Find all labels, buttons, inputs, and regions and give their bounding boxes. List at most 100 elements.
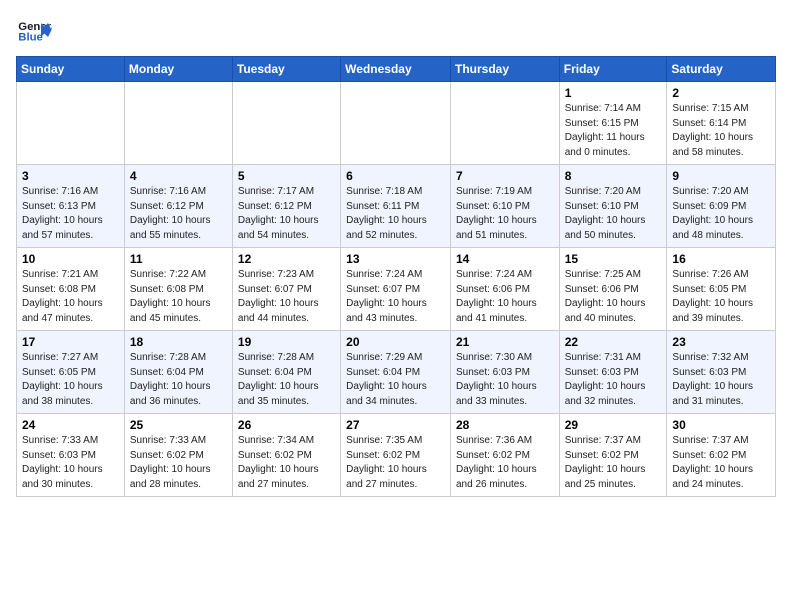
calendar-cell: 24 Sunrise: 7:33 AM Sunset: 6:03 PM Dayli… (17, 414, 125, 497)
day-number: 2 (672, 86, 770, 100)
day-info: Sunrise: 7:36 AM Sunset: 6:02 PM Dayligh… (456, 434, 554, 492)
day-info: Sunrise: 7:15 AM Sunset: 6:14 PM Dayligh… (672, 102, 770, 160)
day-number: 18 (130, 335, 227, 349)
page-header: General Blue (16, 16, 776, 44)
calendar-header-row: SundayMondayTuesdayWednesdayThursdayFrid… (17, 57, 776, 82)
day-number: 16 (672, 252, 770, 266)
day-info: Sunrise: 7:28 AM Sunset: 6:04 PM Dayligh… (238, 351, 335, 409)
calendar-cell: 29 Sunrise: 7:37 AM Sunset: 6:02 PM Dayli… (559, 414, 667, 497)
day-number: 5 (238, 169, 335, 183)
calendar-week-row: 3 Sunrise: 7:16 AM Sunset: 6:13 PM Daylig… (17, 165, 776, 248)
day-info: Sunrise: 7:23 AM Sunset: 6:07 PM Dayligh… (238, 268, 335, 326)
day-number: 10 (22, 252, 119, 266)
day-info: Sunrise: 7:33 AM Sunset: 6:02 PM Dayligh… (130, 434, 227, 492)
day-number: 13 (346, 252, 445, 266)
day-number: 14 (456, 252, 554, 266)
day-number: 12 (238, 252, 335, 266)
calendar-cell: 14 Sunrise: 7:24 AM Sunset: 6:06 PM Dayli… (450, 248, 559, 331)
day-info: Sunrise: 7:24 AM Sunset: 6:06 PM Dayligh… (456, 268, 554, 326)
day-header-monday: Monday (124, 57, 232, 82)
calendar-cell: 27 Sunrise: 7:35 AM Sunset: 6:02 PM Dayli… (341, 414, 451, 497)
logo-icon: General Blue (16, 16, 52, 44)
calendar-cell: 1Sunrise: 7:14 AM Sunset: 6:15 PM Daylig… (559, 82, 667, 165)
day-info: Sunrise: 7:19 AM Sunset: 6:10 PM Dayligh… (456, 185, 554, 243)
day-number: 19 (238, 335, 335, 349)
calendar-cell: 6Sunrise: 7:18 AM Sunset: 6:11 PM Daylig… (341, 165, 451, 248)
calendar-cell: 22 Sunrise: 7:31 AM Sunset: 6:03 PM Dayli… (559, 331, 667, 414)
day-info: Sunrise: 7:22 AM Sunset: 6:08 PM Dayligh… (130, 268, 227, 326)
day-info: Sunrise: 7:27 AM Sunset: 6:05 PM Dayligh… (22, 351, 119, 409)
calendar-cell: 26 Sunrise: 7:34 AM Sunset: 6:02 PM Dayli… (232, 414, 340, 497)
day-info: Sunrise: 7:34 AM Sunset: 6:02 PM Dayligh… (238, 434, 335, 492)
calendar-cell: 15 Sunrise: 7:25 AM Sunset: 6:06 PM Dayli… (559, 248, 667, 331)
day-number: 17 (22, 335, 119, 349)
day-number: 15 (565, 252, 662, 266)
calendar-cell: 13 Sunrise: 7:24 AM Sunset: 6:07 PM Dayli… (341, 248, 451, 331)
day-number: 23 (672, 335, 770, 349)
day-info: Sunrise: 7:17 AM Sunset: 6:12 PM Dayligh… (238, 185, 335, 243)
day-info: Sunrise: 7:29 AM Sunset: 6:04 PM Dayligh… (346, 351, 445, 409)
day-number: 27 (346, 418, 445, 432)
day-info: Sunrise: 7:24 AM Sunset: 6:07 PM Dayligh… (346, 268, 445, 326)
calendar-cell (232, 82, 340, 165)
calendar-cell: 8 Sunrise: 7:20 AM Sunset: 6:10 PM Daylig… (559, 165, 667, 248)
day-number: 3 (22, 169, 119, 183)
day-info: Sunrise: 7:14 AM Sunset: 6:15 PM Dayligh… (565, 102, 662, 160)
calendar-cell: 18 Sunrise: 7:28 AM Sunset: 6:04 PM Dayli… (124, 331, 232, 414)
day-header-saturday: Saturday (667, 57, 776, 82)
calendar-cell (450, 82, 559, 165)
calendar-cell: 30 Sunrise: 7:37 AM Sunset: 6:02 PM Dayli… (667, 414, 776, 497)
calendar-cell: 25Sunrise: 7:33 AM Sunset: 6:02 PM Dayli… (124, 414, 232, 497)
day-number: 24 (22, 418, 119, 432)
day-info: Sunrise: 7:31 AM Sunset: 6:03 PM Dayligh… (565, 351, 662, 409)
day-header-sunday: Sunday (17, 57, 125, 82)
calendar-cell (17, 82, 125, 165)
day-number: 4 (130, 169, 227, 183)
day-number: 26 (238, 418, 335, 432)
day-number: 9 (672, 169, 770, 183)
day-info: Sunrise: 7:35 AM Sunset: 6:02 PM Dayligh… (346, 434, 445, 492)
day-info: Sunrise: 7:28 AM Sunset: 6:04 PM Dayligh… (130, 351, 227, 409)
day-info: Sunrise: 7:20 AM Sunset: 6:10 PM Dayligh… (565, 185, 662, 243)
day-info: Sunrise: 7:33 AM Sunset: 6:03 PM Dayligh… (22, 434, 119, 492)
day-number: 30 (672, 418, 770, 432)
day-info: Sunrise: 7:16 AM Sunset: 6:12 PM Dayligh… (130, 185, 227, 243)
day-number: 28 (456, 418, 554, 432)
day-header-wednesday: Wednesday (341, 57, 451, 82)
calendar-week-row: 10Sunrise: 7:21 AM Sunset: 6:08 PM Dayli… (17, 248, 776, 331)
calendar-week-row: 1Sunrise: 7:14 AM Sunset: 6:15 PM Daylig… (17, 82, 776, 165)
calendar-cell: 21 Sunrise: 7:30 AM Sunset: 6:03 PM Dayli… (450, 331, 559, 414)
calendar-cell: 10Sunrise: 7:21 AM Sunset: 6:08 PM Dayli… (17, 248, 125, 331)
day-info: Sunrise: 7:16 AM Sunset: 6:13 PM Dayligh… (22, 185, 119, 243)
calendar-cell: 5 Sunrise: 7:17 AM Sunset: 6:12 PM Daylig… (232, 165, 340, 248)
calendar-cell: 11 Sunrise: 7:22 AM Sunset: 6:08 PM Dayli… (124, 248, 232, 331)
calendar-cell: 12 Sunrise: 7:23 AM Sunset: 6:07 PM Dayli… (232, 248, 340, 331)
day-number: 21 (456, 335, 554, 349)
day-header-tuesday: Tuesday (232, 57, 340, 82)
day-info: Sunrise: 7:25 AM Sunset: 6:06 PM Dayligh… (565, 268, 662, 326)
day-header-friday: Friday (559, 57, 667, 82)
day-number: 11 (130, 252, 227, 266)
calendar-cell (124, 82, 232, 165)
day-number: 29 (565, 418, 662, 432)
day-number: 22 (565, 335, 662, 349)
day-info: Sunrise: 7:20 AM Sunset: 6:09 PM Dayligh… (672, 185, 770, 243)
day-number: 7 (456, 169, 554, 183)
day-info: Sunrise: 7:37 AM Sunset: 6:02 PM Dayligh… (565, 434, 662, 492)
day-number: 20 (346, 335, 445, 349)
calendar-cell: 20 Sunrise: 7:29 AM Sunset: 6:04 PM Dayli… (341, 331, 451, 414)
calendar-cell: 23 Sunrise: 7:32 AM Sunset: 6:03 PM Dayli… (667, 331, 776, 414)
day-header-thursday: Thursday (450, 57, 559, 82)
calendar-cell: 17 Sunrise: 7:27 AM Sunset: 6:05 PM Dayli… (17, 331, 125, 414)
calendar-week-row: 17 Sunrise: 7:27 AM Sunset: 6:05 PM Dayli… (17, 331, 776, 414)
calendar-table: SundayMondayTuesdayWednesdayThursdayFrid… (16, 56, 776, 497)
day-info: Sunrise: 7:37 AM Sunset: 6:02 PM Dayligh… (672, 434, 770, 492)
day-info: Sunrise: 7:32 AM Sunset: 6:03 PM Dayligh… (672, 351, 770, 409)
calendar-cell: 3 Sunrise: 7:16 AM Sunset: 6:13 PM Daylig… (17, 165, 125, 248)
svg-text:Blue: Blue (18, 32, 43, 44)
day-number: 8 (565, 169, 662, 183)
calendar-cell: 9 Sunrise: 7:20 AM Sunset: 6:09 PM Daylig… (667, 165, 776, 248)
logo: General Blue (16, 16, 56, 44)
calendar-cell: 16Sunrise: 7:26 AM Sunset: 6:05 PM Dayli… (667, 248, 776, 331)
day-info: Sunrise: 7:30 AM Sunset: 6:03 PM Dayligh… (456, 351, 554, 409)
